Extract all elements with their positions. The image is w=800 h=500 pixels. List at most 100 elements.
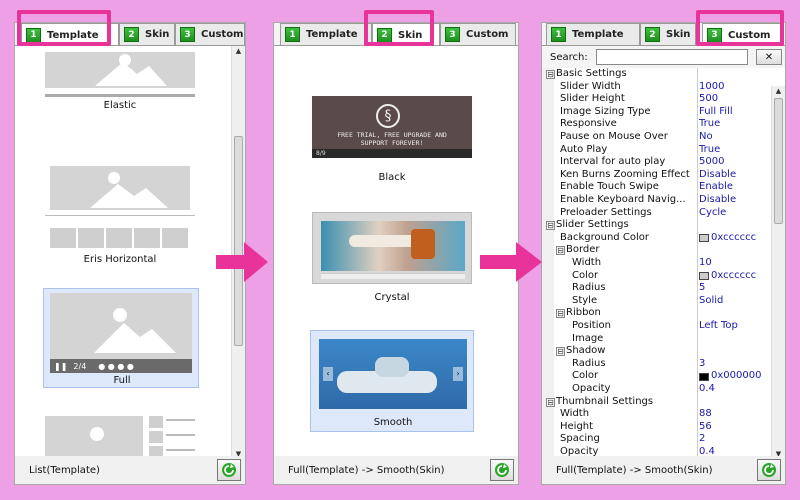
- property-label: Image: [572, 332, 604, 344]
- template-item-full[interactable]: ❚❚ 2/4 ● ● ● ● Full: [43, 288, 199, 388]
- skin-item-smooth[interactable]: ‹ › Smooth: [310, 330, 474, 432]
- property-row[interactable]: Interval for auto play 5000: [546, 156, 769, 169]
- property-row[interactable]: Width 10: [546, 257, 769, 270]
- collapse-icon[interactable]: ⊟: [546, 397, 555, 407]
- property-row[interactable]: Opacity 0.4: [546, 446, 769, 456]
- property-row[interactable]: Style Solid: [546, 295, 769, 308]
- image-placeholder-icon: [95, 54, 167, 86]
- tab-label: Skin: [145, 29, 170, 40]
- smooth-prev-icon[interactable]: ‹: [323, 367, 333, 381]
- property-row[interactable]: Radius 3: [546, 358, 769, 371]
- property-value[interactable]: 2: [699, 433, 705, 446]
- property-row[interactable]: Ken Burns Zooming Effect Disable: [546, 169, 769, 182]
- property-value-text: 500: [699, 93, 719, 105]
- property-row[interactable]: Radius 5: [546, 282, 769, 295]
- property-row[interactable]: Width 88: [546, 408, 769, 421]
- tab-number-1: 1: [285, 27, 300, 42]
- property-label: Slider Height: [560, 93, 625, 105]
- pause-icon[interactable]: ❚❚: [54, 362, 67, 371]
- property-label: Ken Burns Zooming Effect: [560, 168, 690, 180]
- property-row[interactable]: Image Sizing Type Full Fill: [546, 106, 769, 119]
- property-value[interactable]: 0.4: [699, 383, 715, 396]
- refresh-button[interactable]: [757, 459, 781, 481]
- tab-template[interactable]: 1 Template: [546, 23, 640, 45]
- property-value[interactable]: Disable: [699, 194, 736, 207]
- property-value[interactable]: 5: [699, 282, 705, 295]
- skin-item-black[interactable]: § FREE TRIAL, FREE UPGRADE AND SUPPORT F…: [312, 96, 472, 186]
- property-row[interactable]: Height 56: [546, 421, 769, 434]
- property-row[interactable]: Spacing 2: [546, 433, 769, 446]
- arrow-right-icon: [480, 242, 542, 282]
- property-row[interactable]: Auto Play True: [546, 144, 769, 157]
- property-group[interactable]: ⊟ Ribbon: [546, 307, 769, 320]
- property-row[interactable]: Image: [546, 333, 769, 346]
- property-category[interactable]: ⊟ Basic Settings: [546, 68, 769, 81]
- tab-skin[interactable]: 2 Skin: [119, 23, 175, 45]
- tab-template[interactable]: 1 Template: [280, 23, 372, 45]
- property-row[interactable]: Enable Touch Swipe Enable: [546, 181, 769, 194]
- property-value[interactable]: 88: [699, 408, 712, 421]
- property-value[interactable]: True: [699, 144, 720, 157]
- property-row[interactable]: Enable Keyboard Navig... Disable: [546, 194, 769, 207]
- property-row[interactable]: Slider Width 1000: [546, 81, 769, 94]
- property-value[interactable]: Full Fill: [699, 106, 733, 119]
- tab-custom[interactable]: 3 Custom: [175, 23, 245, 45]
- property-row[interactable]: Color 0x000000: [546, 370, 769, 383]
- property-value[interactable]: 0.4: [699, 446, 715, 456]
- property-value[interactable]: Disable: [699, 169, 736, 182]
- skin-item-crystal[interactable]: Crystal: [312, 212, 472, 308]
- property-value[interactable]: Cycle: [699, 207, 726, 220]
- property-value[interactable]: 0x000000: [699, 370, 761, 383]
- property-value[interactable]: 0xcccccc: [699, 232, 756, 245]
- refresh-button[interactable]: [490, 459, 514, 481]
- property-row[interactable]: Position Left Top: [546, 320, 769, 333]
- property-label: Border: [566, 244, 600, 256]
- property-label: Opacity: [560, 446, 599, 456]
- clear-search-button[interactable]: ✕: [756, 49, 782, 65]
- property-group[interactable]: ⊟ Border: [546, 244, 769, 257]
- property-group[interactable]: ⊟ Shadow: [546, 345, 769, 358]
- tab-skin[interactable]: 2 Skin: [640, 23, 696, 45]
- property-value-text: 10: [699, 257, 712, 268]
- property-value[interactable]: 10: [699, 257, 712, 270]
- property-row[interactable]: Color 0xcccccc: [546, 270, 769, 283]
- property-row[interactable]: Preloader Settings Cycle: [546, 207, 769, 220]
- template-item-elastic[interactable]: Elastic: [45, 52, 195, 140]
- list-thumbnail: [45, 416, 143, 458]
- property-row[interactable]: Background Color 0xcccccc: [546, 232, 769, 245]
- tab-number-2: 2: [645, 27, 660, 42]
- property-row[interactable]: Responsive True: [546, 118, 769, 131]
- collapse-icon[interactable]: ⊟: [556, 309, 565, 319]
- property-value[interactable]: 500: [699, 93, 718, 106]
- property-value[interactable]: Solid: [699, 295, 723, 308]
- property-row[interactable]: Slider Height 500: [546, 93, 769, 106]
- refresh-button[interactable]: [217, 459, 241, 481]
- property-label: Basic Settings: [556, 68, 627, 79]
- template-item-eris-horizontal[interactable]: Eris Horizontal: [45, 166, 195, 268]
- property-category[interactable]: ⊟ Slider Settings: [546, 219, 769, 232]
- smooth-next-icon[interactable]: ›: [453, 367, 463, 381]
- collapse-icon[interactable]: ⊟: [556, 347, 565, 357]
- custom-panel: 1 Template 2 Skin 3 Custom Search: ✕ ▲ ▼…: [541, 22, 786, 485]
- property-value[interactable]: 0xcccccc: [699, 270, 756, 283]
- collapse-icon[interactable]: ⊟: [556, 246, 565, 256]
- property-value[interactable]: True: [699, 118, 720, 131]
- property-value[interactable]: No: [699, 131, 713, 144]
- property-category[interactable]: ⊟ Thumbnail Settings: [546, 396, 769, 409]
- crystal-controlbar: [321, 273, 465, 279]
- scroll-up-icon[interactable]: ▲: [232, 46, 245, 56]
- property-value[interactable]: 56: [699, 421, 712, 434]
- search-input[interactable]: [596, 49, 748, 65]
- property-value[interactable]: 1000: [699, 81, 724, 94]
- property-row[interactable]: Opacity 0.4: [546, 383, 769, 396]
- tab-custom[interactable]: 3 Custom: [440, 23, 516, 45]
- property-value[interactable]: 3: [699, 358, 705, 371]
- property-value[interactable]: Enable: [699, 181, 733, 194]
- collapse-icon[interactable]: ⊟: [546, 70, 555, 79]
- property-value[interactable]: 5000: [699, 156, 724, 169]
- collapse-icon[interactable]: ⊟: [546, 221, 555, 231]
- template-item-list[interactable]: [45, 416, 195, 458]
- slide-counter: 8/9: [316, 150, 326, 157]
- property-row[interactable]: Pause on Mouse Over No: [546, 131, 769, 144]
- property-value[interactable]: Left Top: [699, 320, 738, 333]
